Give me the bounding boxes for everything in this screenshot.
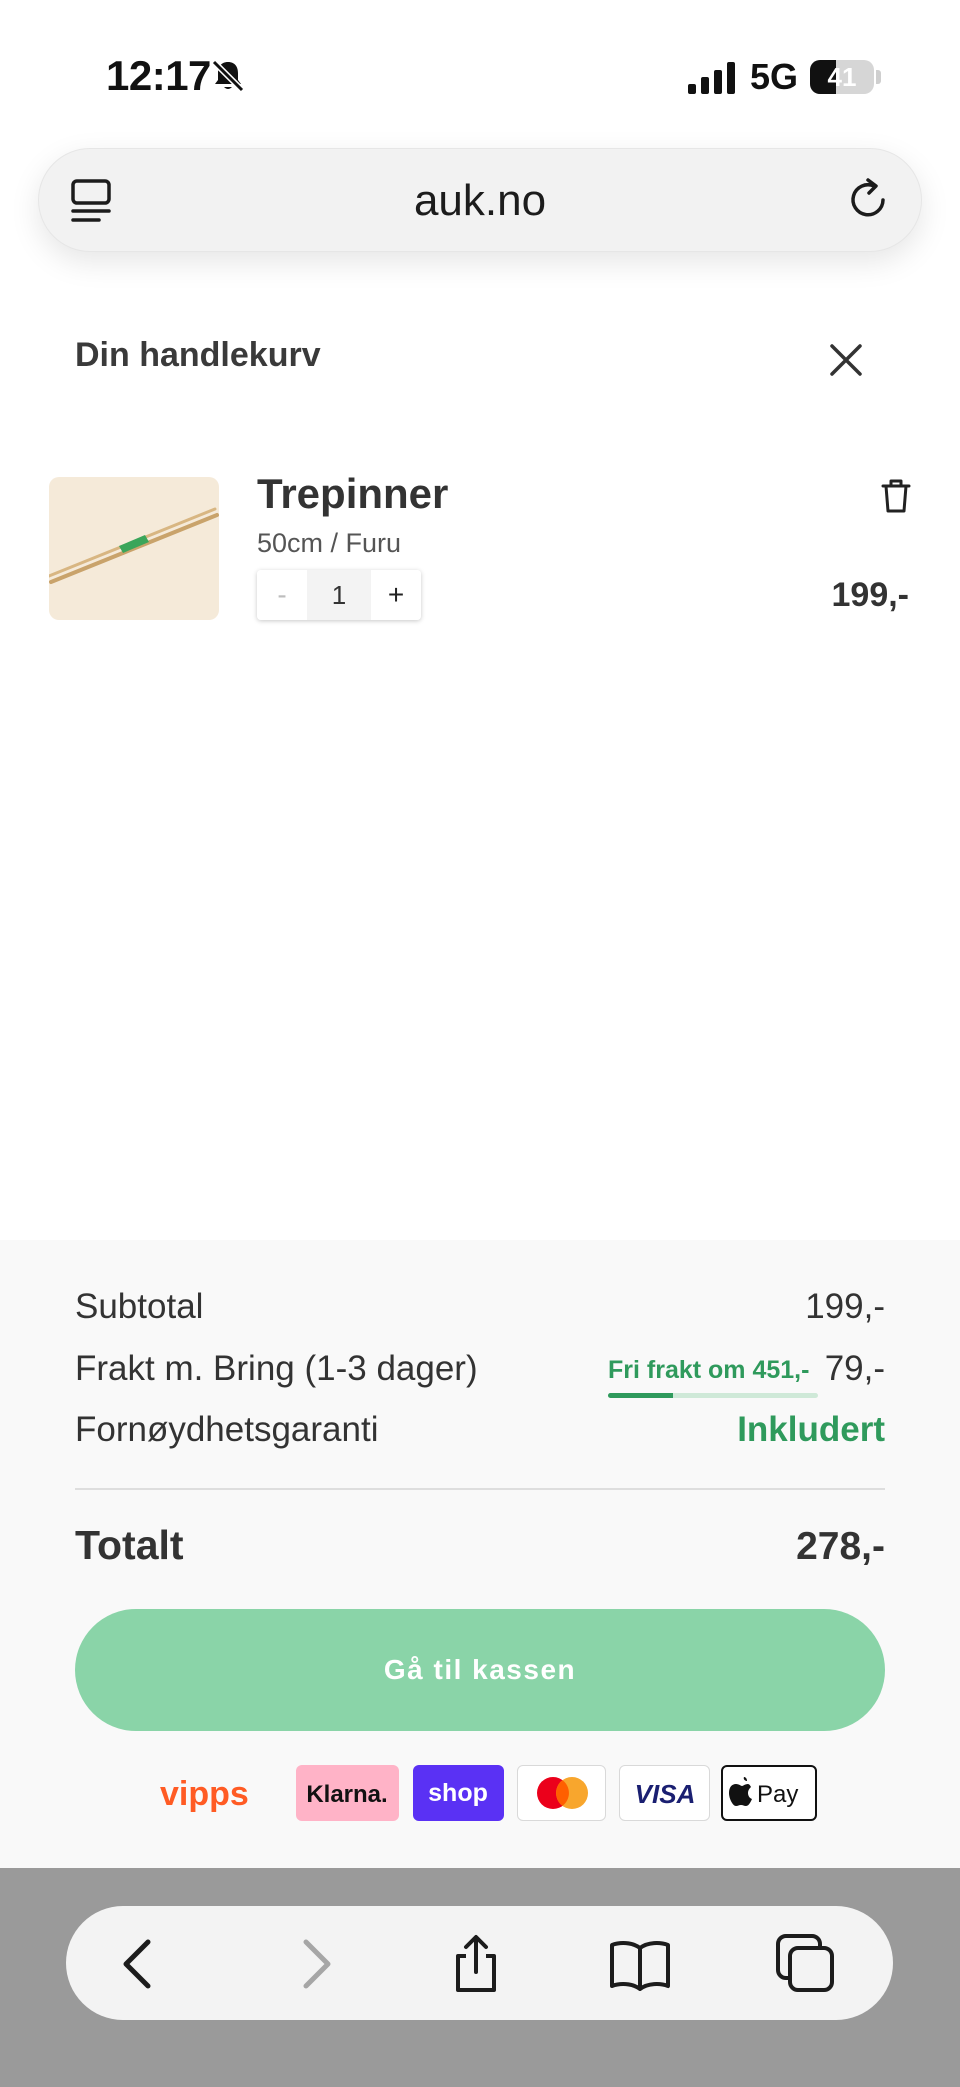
- cart-title: Din handlekurv: [75, 336, 321, 374]
- free-shipping-progress: [608, 1393, 818, 1398]
- klarna-logo: Klarna.: [296, 1765, 399, 1821]
- network-type: 5G: [750, 56, 799, 97]
- trash-icon[interactable]: [880, 478, 912, 514]
- share-icon[interactable]: [444, 1932, 508, 1996]
- guarantee-value: Inkludert: [737, 1410, 885, 1449]
- signal-icon: [688, 62, 735, 94]
- shipping-value: 79,-: [824, 1349, 885, 1388]
- bookmarks-icon[interactable]: [608, 1932, 672, 1996]
- bell-slash-icon: [211, 59, 245, 93]
- total-value: 278,-: [796, 1525, 885, 1568]
- checkout-button[interactable]: Gå til kassen: [75, 1609, 885, 1731]
- back-icon[interactable]: [108, 1932, 172, 1996]
- quantity-stepper[interactable]: - 1 +: [257, 570, 421, 620]
- forward-icon[interactable]: [282, 1932, 346, 1996]
- close-icon[interactable]: [826, 340, 866, 380]
- knitting-needles-picture: [49, 507, 219, 584]
- increase-quantity-button[interactable]: +: [371, 570, 421, 620]
- free-shipping-note: Fri frakt om 451,-: [608, 1356, 810, 1384]
- klarna-logo-text: Klarna.: [306, 1781, 387, 1808]
- product-variant: 50cm / Furu: [257, 528, 402, 558]
- visa-logo-text: VISA: [635, 1779, 696, 1809]
- url-text[interactable]: auk.no: [39, 149, 921, 253]
- status-bar: 12:17 5G 41: [0, 0, 960, 150]
- quantity-value[interactable]: 1: [307, 570, 371, 620]
- shipping-label: Frakt m. Bring (1-3 dager): [75, 1349, 478, 1388]
- summary-divider: [75, 1488, 885, 1490]
- product-price: 199,-: [831, 576, 910, 614]
- apple-pay-logo: Pay: [721, 1765, 817, 1821]
- battery-icon: 41: [810, 60, 874, 94]
- subtotal-value: 199,-: [805, 1287, 885, 1326]
- shop-pay-logo-text: shop: [428, 1779, 488, 1807]
- decrease-quantity-button[interactable]: -: [257, 570, 307, 620]
- address-bar[interactable]: auk.no: [38, 148, 922, 252]
- shop-pay-logo: shop: [413, 1765, 504, 1821]
- visa-logo: VISA: [619, 1765, 710, 1821]
- vipps-logo-text: vipps: [160, 1775, 249, 1813]
- battery-nub: [876, 70, 881, 84]
- guarantee-label: Fornøydhetsgaranti: [75, 1410, 379, 1449]
- battery-percent: 41: [827, 62, 857, 92]
- reload-icon[interactable]: [843, 175, 893, 225]
- vipps-logo: vipps: [158, 1765, 268, 1821]
- product-name[interactable]: Trepinner: [257, 470, 448, 518]
- tabs-icon[interactable]: [774, 1932, 838, 1996]
- product-image[interactable]: [49, 477, 219, 620]
- apple-pay-logo-text: Pay: [757, 1781, 798, 1808]
- total-label: Totalt: [75, 1522, 184, 1568]
- subtotal-label: Subtotal: [75, 1287, 204, 1326]
- status-time: 12:17: [106, 52, 211, 99]
- mastercard-logo: [517, 1765, 606, 1821]
